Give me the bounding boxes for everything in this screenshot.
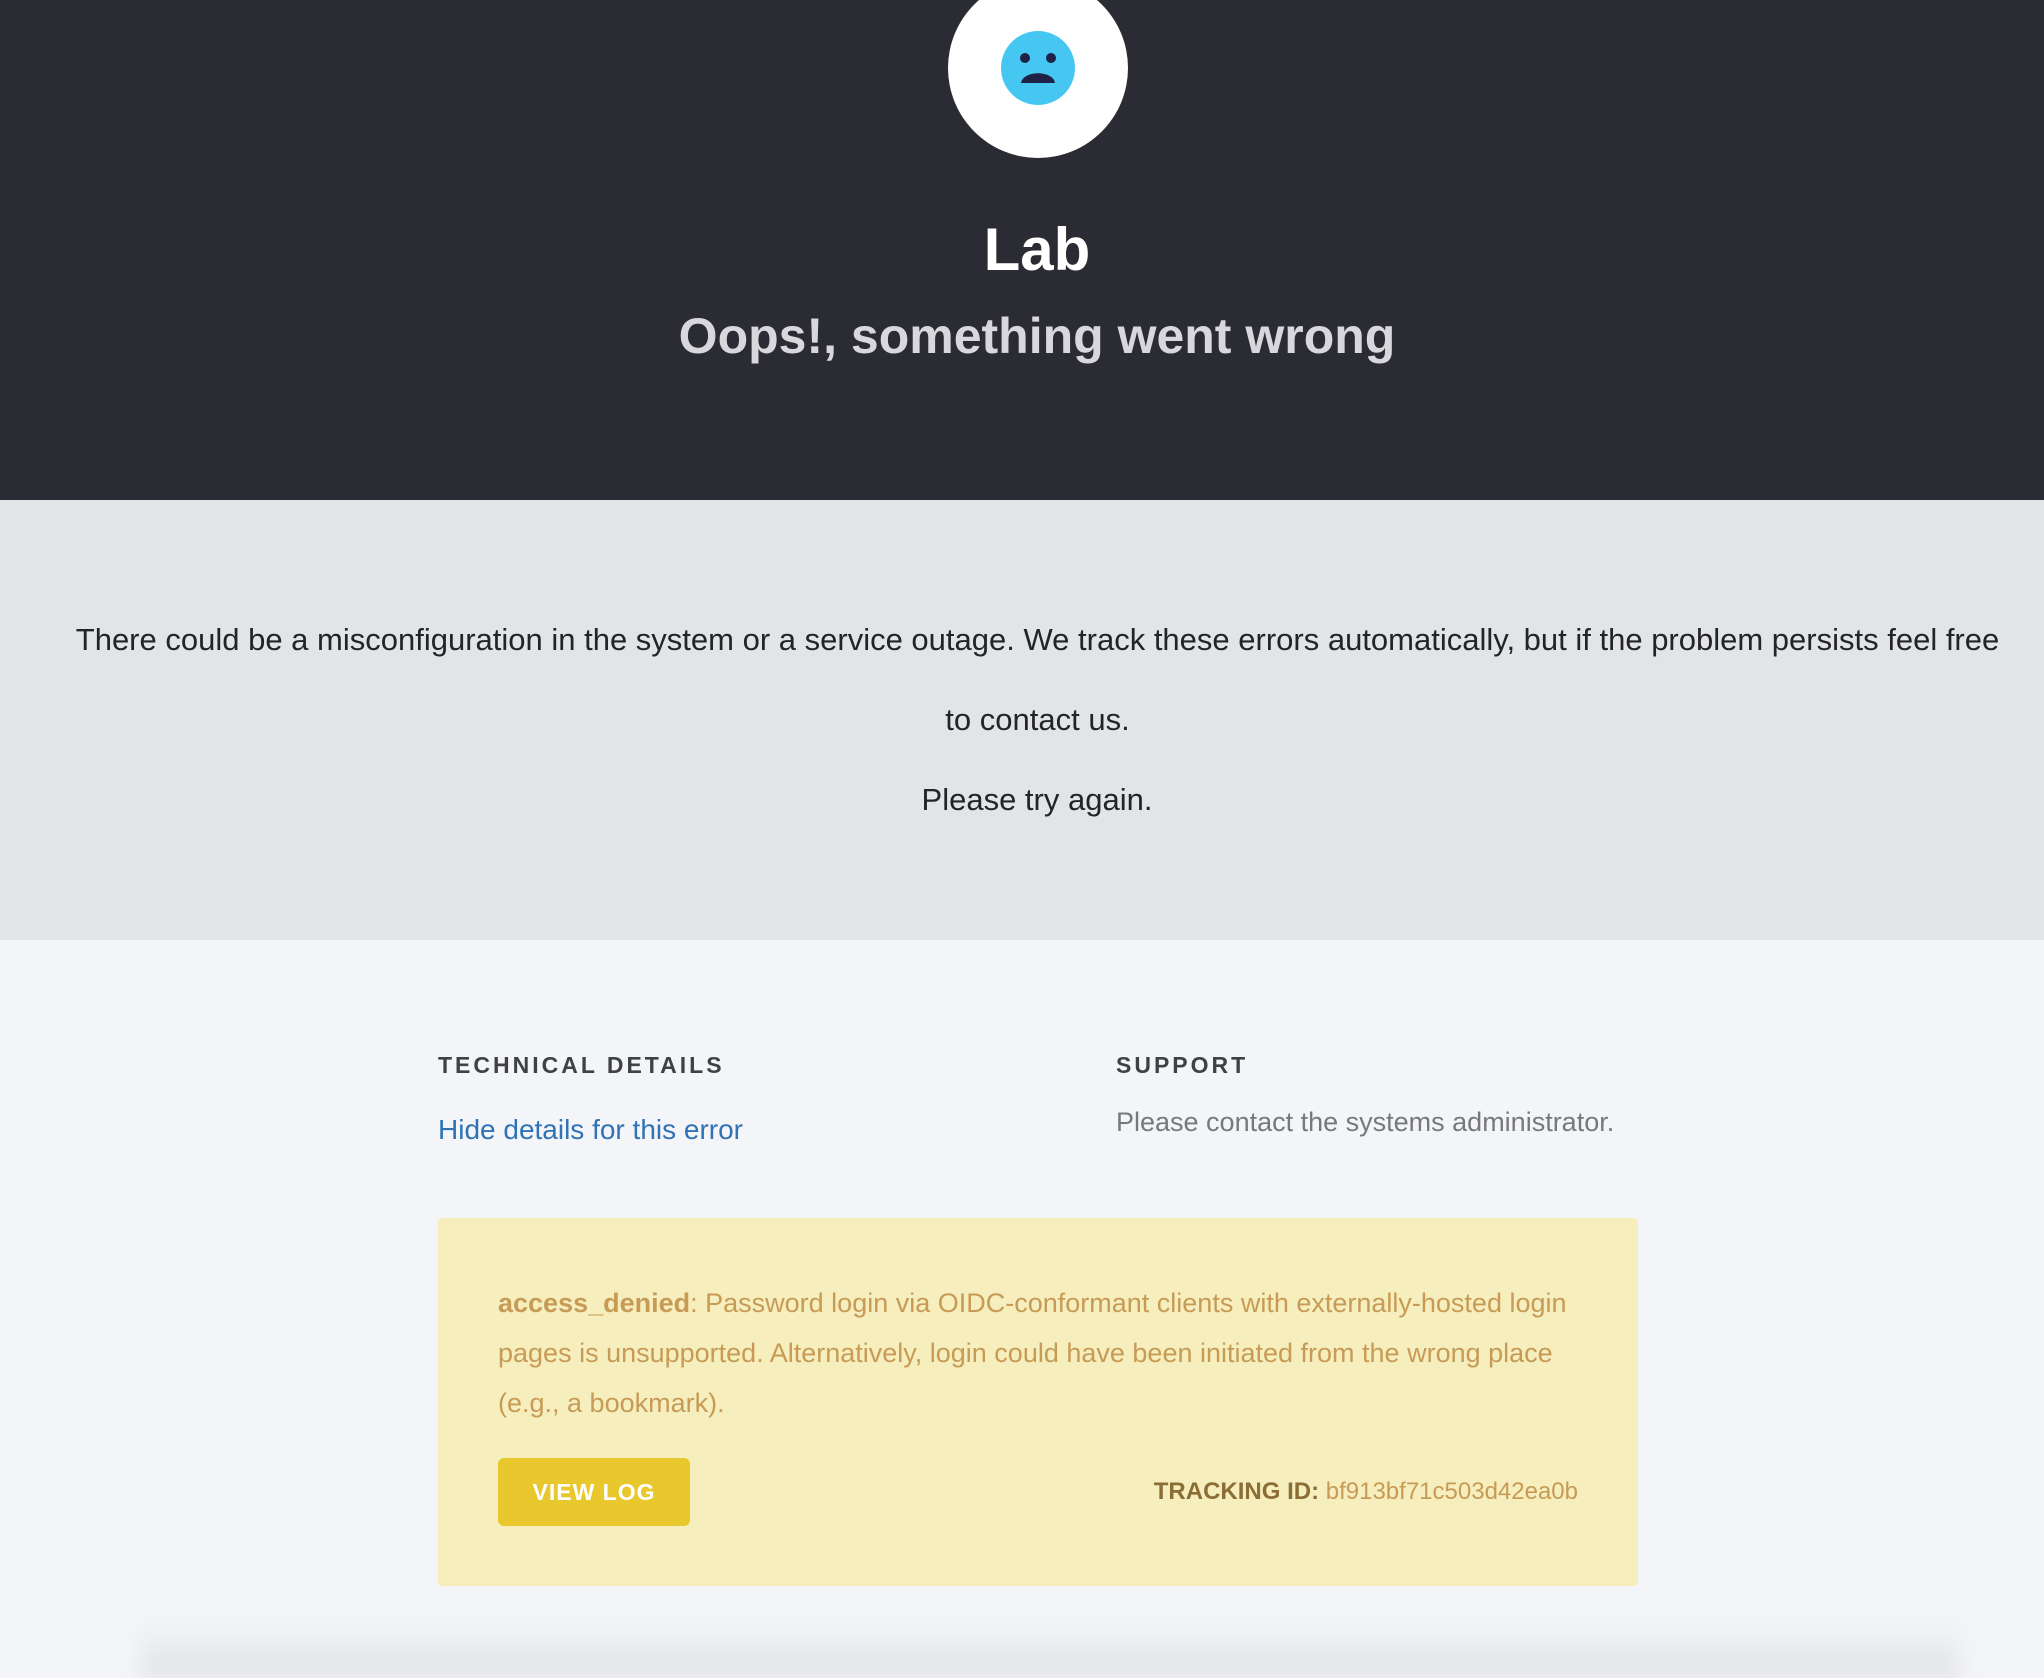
error-code: access_denied [498,1288,691,1318]
tracking-id-row: TRACKING ID: bf913bf71c503d42ea0b [1154,1474,1578,1510]
retry-message: Please try again. [921,782,1153,817]
logo-badge [948,0,1128,158]
error-details-panel: access_denied: Password login via OIDC-c… [438,1218,1638,1586]
error-message: access_denied: Password login via OIDC-c… [498,1278,1578,1428]
tracking-id-label: TRACKING ID: [1153,1478,1320,1505]
view-log-button[interactable]: VIEW LOG [498,1458,690,1526]
sad-face-icon [1001,31,1075,105]
tracking-id-value: bf913bf71c503d42ea0b [1325,1478,1578,1505]
app-title: Lab [983,216,1091,283]
hide-details-link[interactable]: Hide details for this error [438,1110,743,1150]
error-headline: Oops!, something went wrong [678,308,1396,364]
technical-details-heading: TECHNICAL DETAILS [438,1052,725,1078]
header-banner: Lab Oops!, something went wrong [0,0,2044,500]
support-heading: SUPPORT [1116,1052,1249,1078]
page-bottom-shadow [140,1620,1960,1678]
support-message: Please contact the systems administrator… [1116,1107,1615,1137]
error-explanation: There could be a misconfiguration in the… [75,622,2000,737]
